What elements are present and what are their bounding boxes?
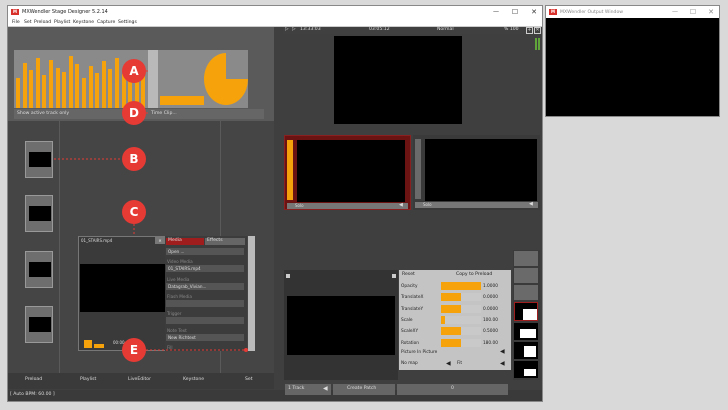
callout-lines bbox=[54, 70, 248, 352]
callout-c: C bbox=[122, 200, 146, 224]
callout-b: B bbox=[122, 147, 146, 171]
callout-a: A bbox=[122, 59, 146, 83]
callout-d: D bbox=[122, 101, 146, 125]
callout-e: E bbox=[122, 338, 146, 362]
